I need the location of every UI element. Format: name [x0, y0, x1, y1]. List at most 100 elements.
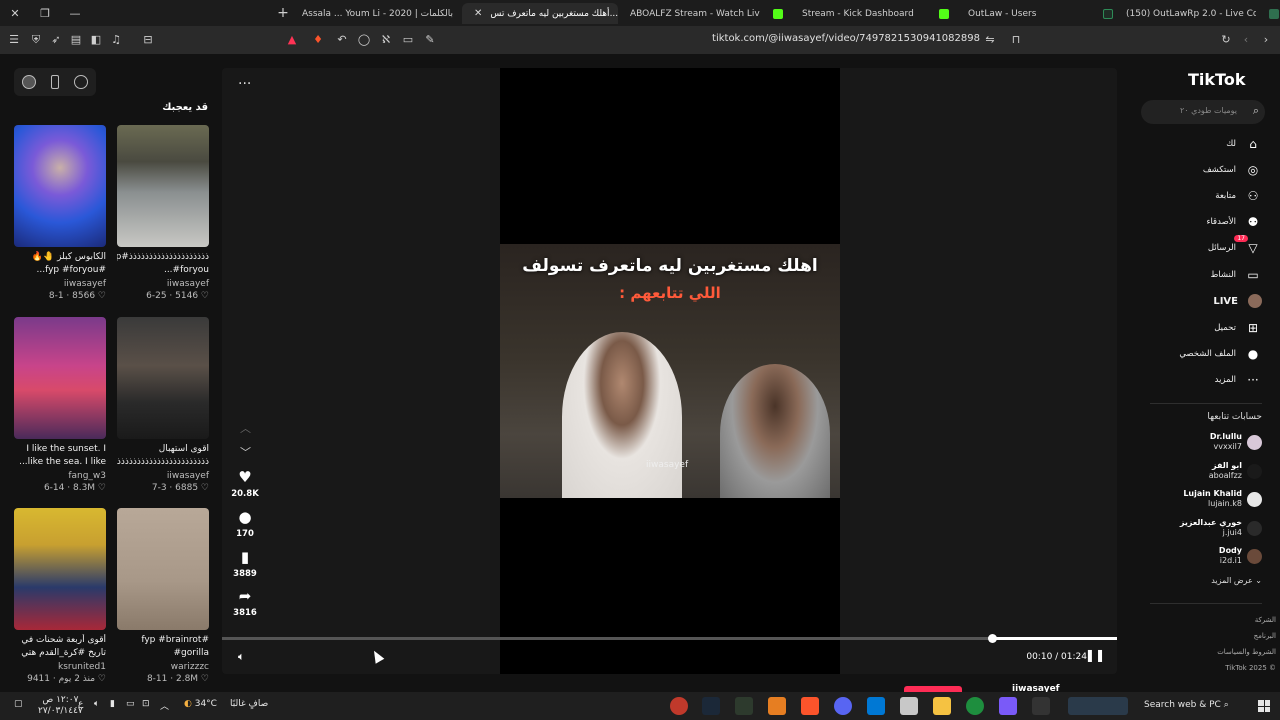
volume-icon[interactable]: 🔈︎ — [94, 699, 99, 709]
comment-button[interactable]: ● 170 — [230, 508, 260, 539]
copilot-icon[interactable] — [999, 697, 1017, 715]
more-options-icon[interactable]: ··· — [238, 76, 251, 92]
address-bar-url[interactable]: tiktok.com/@iiwasayef/video/749782153094… — [700, 33, 980, 47]
video-content[interactable]: اهلك مستغربين ليه ماتعرف تسولف اللي تتاب… — [500, 244, 840, 498]
tab-kick-stream[interactable]: ABOALFZ Stream - Watch Live on Kic — [624, 3, 760, 24]
nav-activity[interactable]: النشاط ▭ — [1150, 266, 1262, 284]
avatar-icon[interactable] — [21, 75, 36, 89]
following-account[interactable]: خوري عبدالعزيز j.jui4 — [1150, 516, 1262, 540]
outlook-icon[interactable] — [867, 697, 885, 715]
xbox-icon[interactable] — [735, 697, 753, 715]
notifications-icon[interactable]: ▢ — [14, 699, 23, 709]
nav-more[interactable]: المزيد ··· — [1150, 371, 1262, 389]
progress-knob[interactable] — [988, 634, 997, 643]
new-tab-button[interactable]: + — [274, 4, 292, 22]
volume-icon[interactable]: 🔈︎ — [238, 650, 245, 664]
extension-alert-icon[interactable]: ▲ — [284, 32, 300, 48]
close-tab-icon[interactable]: ✕ — [474, 8, 482, 19]
weather-widget[interactable]: ◐ 34°C — [184, 699, 217, 709]
network-icon[interactable]: ▮ — [110, 699, 115, 709]
edge-icon[interactable] — [966, 697, 984, 715]
clock[interactable]: ١٢:٠٧ ص ٢٧/٠٣/١٤٤٧ — [38, 695, 83, 717]
video-author[interactable]: iiwasayef — [117, 279, 209, 289]
video-progress-bar[interactable] — [222, 634, 1117, 643]
tab-assala[interactable]: Assala ... Youm Li - 2020 | بالكلمات - .… — [296, 3, 456, 24]
file-explorer-icon[interactable] — [933, 697, 951, 715]
following-account[interactable]: ابو الفز aboalfzz — [1150, 459, 1262, 483]
undo-icon[interactable]: ↶ — [334, 32, 350, 48]
share-icon[interactable]: ⇋ — [982, 32, 998, 48]
nav-profile[interactable]: الملف الشخصي ● — [1150, 345, 1262, 363]
music-icon[interactable]: ♫ — [108, 32, 124, 48]
rec-video-card[interactable]: #fyp #brainrot #gorilla warizzzc 8-11 · … — [117, 508, 209, 684]
next-video-icon[interactable]: ﹀ — [240, 444, 251, 460]
steam-icon[interactable] — [702, 697, 720, 715]
nav-for-you[interactable]: لك ⌂ — [1150, 135, 1262, 153]
video-thumbnail[interactable] — [14, 317, 106, 439]
nav-messages[interactable]: الرسائل ▽ 17 — [1150, 235, 1262, 257]
see-more-link[interactable]: عرض المزيد ⌄ — [1150, 576, 1262, 585]
brave-shield-icon[interactable]: ♦ — [310, 32, 326, 48]
tabs-icon[interactable]: ▤ — [68, 32, 84, 48]
settings-icon[interactable] — [74, 75, 89, 89]
battery-icon[interactable]: ▭ — [126, 699, 135, 709]
share-button[interactable]: ➦ 3816 — [230, 587, 260, 618]
following-account[interactable]: Lujain Khalid lujain.k8 — [1150, 487, 1262, 511]
mini-player-icon[interactable] — [50, 75, 59, 89]
footer-company-link[interactable]: الشركة — [1180, 616, 1276, 624]
history-icon[interactable]: ⊟ — [140, 32, 156, 48]
nav-live[interactable]: LIVE — [1150, 292, 1262, 310]
sidebar-icon[interactable]: ◧ — [88, 32, 104, 48]
video-thumbnail[interactable] — [14, 508, 106, 630]
tab-extra[interactable] — [1258, 3, 1280, 24]
footer-terms-link[interactable]: الشروط والسياسات — [1180, 648, 1276, 656]
video-thumbnail[interactable] — [117, 508, 209, 630]
translate-icon[interactable]: ℵ — [378, 32, 394, 48]
rec-video-card[interactable]: ﺫﺫﺫﺫﺫﺫﺫﺫﺫﺫﺫﺫﺫﺫﺫﺫﺫﺫﺫﺫ#fyp #foryou... iiwa… — [117, 125, 209, 301]
chat-icon[interactable]: ◯ — [356, 32, 372, 48]
vlc-icon[interactable] — [768, 697, 786, 715]
video-author[interactable]: fang_w3 — [14, 471, 106, 481]
draw-icon[interactable]: ✎ — [422, 32, 438, 48]
taskbar-app-icon[interactable] — [670, 697, 688, 715]
nav-following[interactable]: متابعة ⚇ — [1150, 187, 1262, 205]
tab-live-console[interactable]: (150) OutLawRp 2.0 - Live Console — [1092, 3, 1256, 24]
following-account[interactable]: Dr.lullu vvxxil7 — [1150, 430, 1262, 454]
minimize-window-icon[interactable]: — — [60, 0, 90, 26]
rec-video-card[interactable]: I like the sunset. I like the sea. I lik… — [14, 317, 106, 493]
video-thumbnail[interactable] — [117, 317, 209, 439]
language-icon[interactable]: ع — [78, 699, 83, 709]
rec-video-card[interactable]: الكابوس كبلز 🤚🔥 #fyp #foryou... iiwasaye… — [14, 125, 106, 301]
rec-video-card[interactable]: اقوى استهبال ﺫﺫﺫﺫﺫﺫﺫﺫﺫﺫﺫﺫﺫﺫﺫﺫﺫﺫﺫﺫﺫﺫﺫ... … — [117, 317, 209, 493]
video-title[interactable]: اقوى استهبال ﺫﺫﺫﺫﺫﺫﺫﺫﺫﺫﺫﺫﺫﺫﺫﺫﺫﺫﺫﺫﺫﺫﺫ... — [117, 443, 209, 469]
taskbar-search[interactable]: Search web & PC ⌕ — [1144, 700, 1229, 710]
video-author[interactable]: warizzzc — [117, 662, 209, 672]
task-view-icon[interactable] — [1032, 697, 1050, 715]
video-thumbnail[interactable] — [14, 125, 106, 247]
brave-icon[interactable] — [801, 697, 819, 715]
video-title[interactable]: #fyp #brainrot #gorilla — [117, 634, 209, 660]
pause-icon[interactable]: ❚❚ — [1085, 648, 1105, 662]
device-icon[interactable]: ⊡ — [142, 699, 150, 709]
windows-start-icon[interactable] — [1258, 700, 1270, 712]
forward-icon[interactable]: › — [1258, 32, 1274, 48]
video-title[interactable]: I like the sunset. I like the sea. I lik… — [14, 443, 106, 469]
video-title[interactable]: أقوى أربعة شحنات في تاريخ #كرة_القدم هتي… — [14, 634, 106, 660]
save-button[interactable]: ▮ 3889 — [230, 548, 260, 579]
shield-icon[interactable]: ⛨ — [28, 32, 44, 48]
rec-video-card[interactable]: أقوى أربعة شحنات في تاريخ #كرة_القدم هتي… — [14, 508, 106, 684]
video-title[interactable]: الكابوس كبلز 🤚🔥 #fyp #foryou... — [14, 251, 106, 277]
video-author[interactable]: iiwasayef — [117, 471, 209, 481]
bookmark-icon[interactable]: ⊓ — [1008, 32, 1024, 48]
reload-icon[interactable]: ↻ — [1218, 32, 1234, 48]
close-window-icon[interactable]: ✕ — [0, 0, 30, 26]
tab-kick-dashboard[interactable]: Stream - Kick Dashboard — [762, 3, 922, 24]
video-author[interactable]: iiwasayef — [14, 279, 106, 289]
tab-outlaw-users[interactable]: OutLaw - Users — [928, 3, 1088, 24]
restore-window-icon[interactable]: ❐ — [30, 0, 60, 26]
previous-video-icon[interactable]: ︿ — [240, 420, 251, 436]
screen-icon[interactable]: ▭ — [400, 32, 416, 48]
search-icon[interactable]: ⌕ — [1253, 104, 1259, 118]
tab-tiktok-video[interactable]: ✕ أهلك مستغربين ليه ماتعرف تس... — [462, 3, 618, 24]
back-icon[interactable]: ‹ — [1238, 32, 1254, 48]
